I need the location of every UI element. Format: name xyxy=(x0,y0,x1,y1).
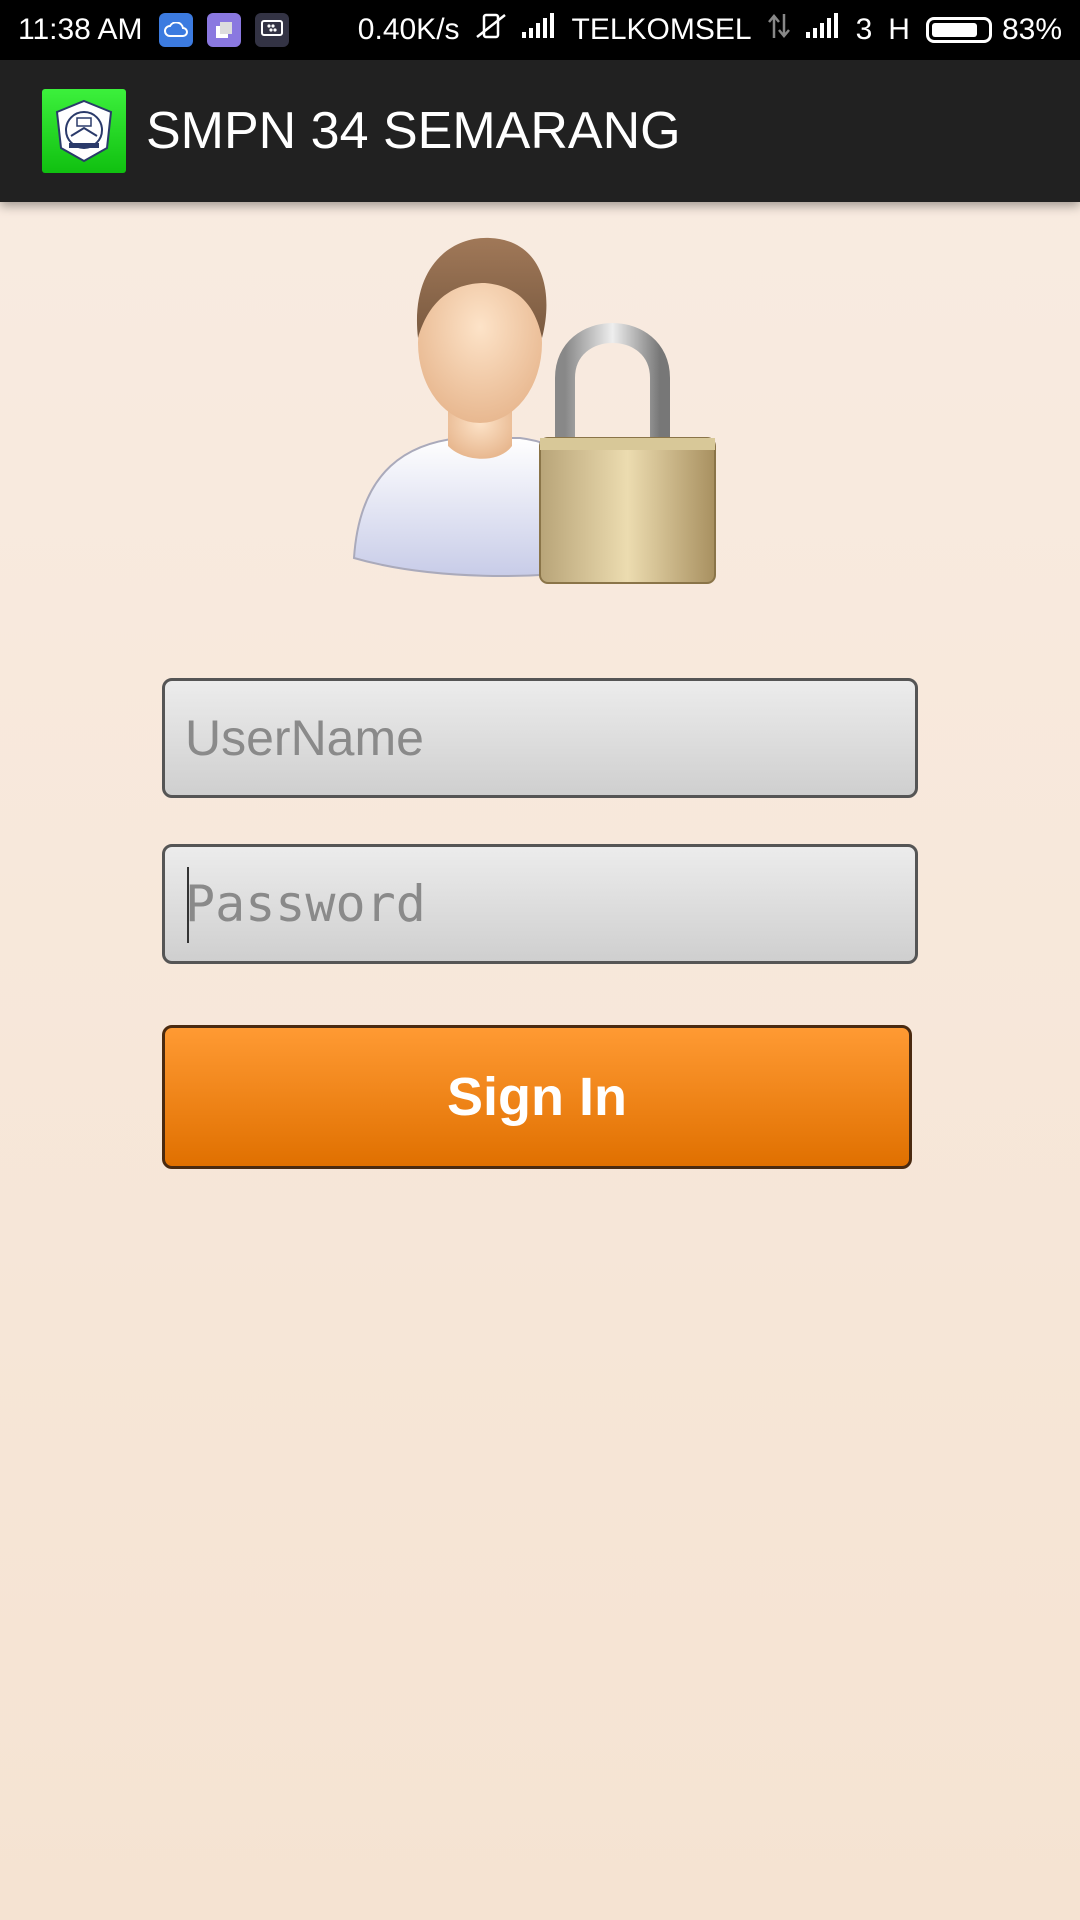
battery-percent: 83% xyxy=(1001,13,1062,46)
bbm-icon xyxy=(254,13,289,47)
signal-icon xyxy=(520,12,558,48)
user-lock-icon xyxy=(340,228,730,618)
data-arrows-icon xyxy=(766,12,792,48)
sign-in-label: Sign In xyxy=(447,1067,627,1127)
text-caret xyxy=(187,867,189,943)
network-digit: 3 xyxy=(855,13,873,46)
app-notification-icon xyxy=(206,13,241,47)
app-bar: SMPN 34 SEMARANG xyxy=(0,60,1080,202)
vibrate-off-icon xyxy=(474,11,508,49)
status-bar: 11:38 AM 0.40K/s TELKOMSEL 3 H 83% xyxy=(0,0,1080,60)
network-type: H xyxy=(888,13,910,46)
battery-icon xyxy=(925,17,992,43)
school-logo-icon xyxy=(42,89,126,173)
sign-in-button[interactable]: Sign In xyxy=(162,1025,912,1169)
cloud-icon xyxy=(158,13,193,47)
username-placeholder: UserName xyxy=(185,710,424,766)
app-title: SMPN 34 SEMARANG xyxy=(146,102,681,160)
username-input[interactable]: UserName xyxy=(162,678,918,798)
password-placeholder: Password xyxy=(185,875,426,933)
carrier-name: TELKOMSEL xyxy=(571,13,752,46)
network-speed: 0.40K/s xyxy=(357,13,460,46)
status-time: 11:38 AM xyxy=(18,13,143,46)
signal-icon-2 xyxy=(804,12,842,48)
password-input[interactable]: Password xyxy=(162,844,918,964)
